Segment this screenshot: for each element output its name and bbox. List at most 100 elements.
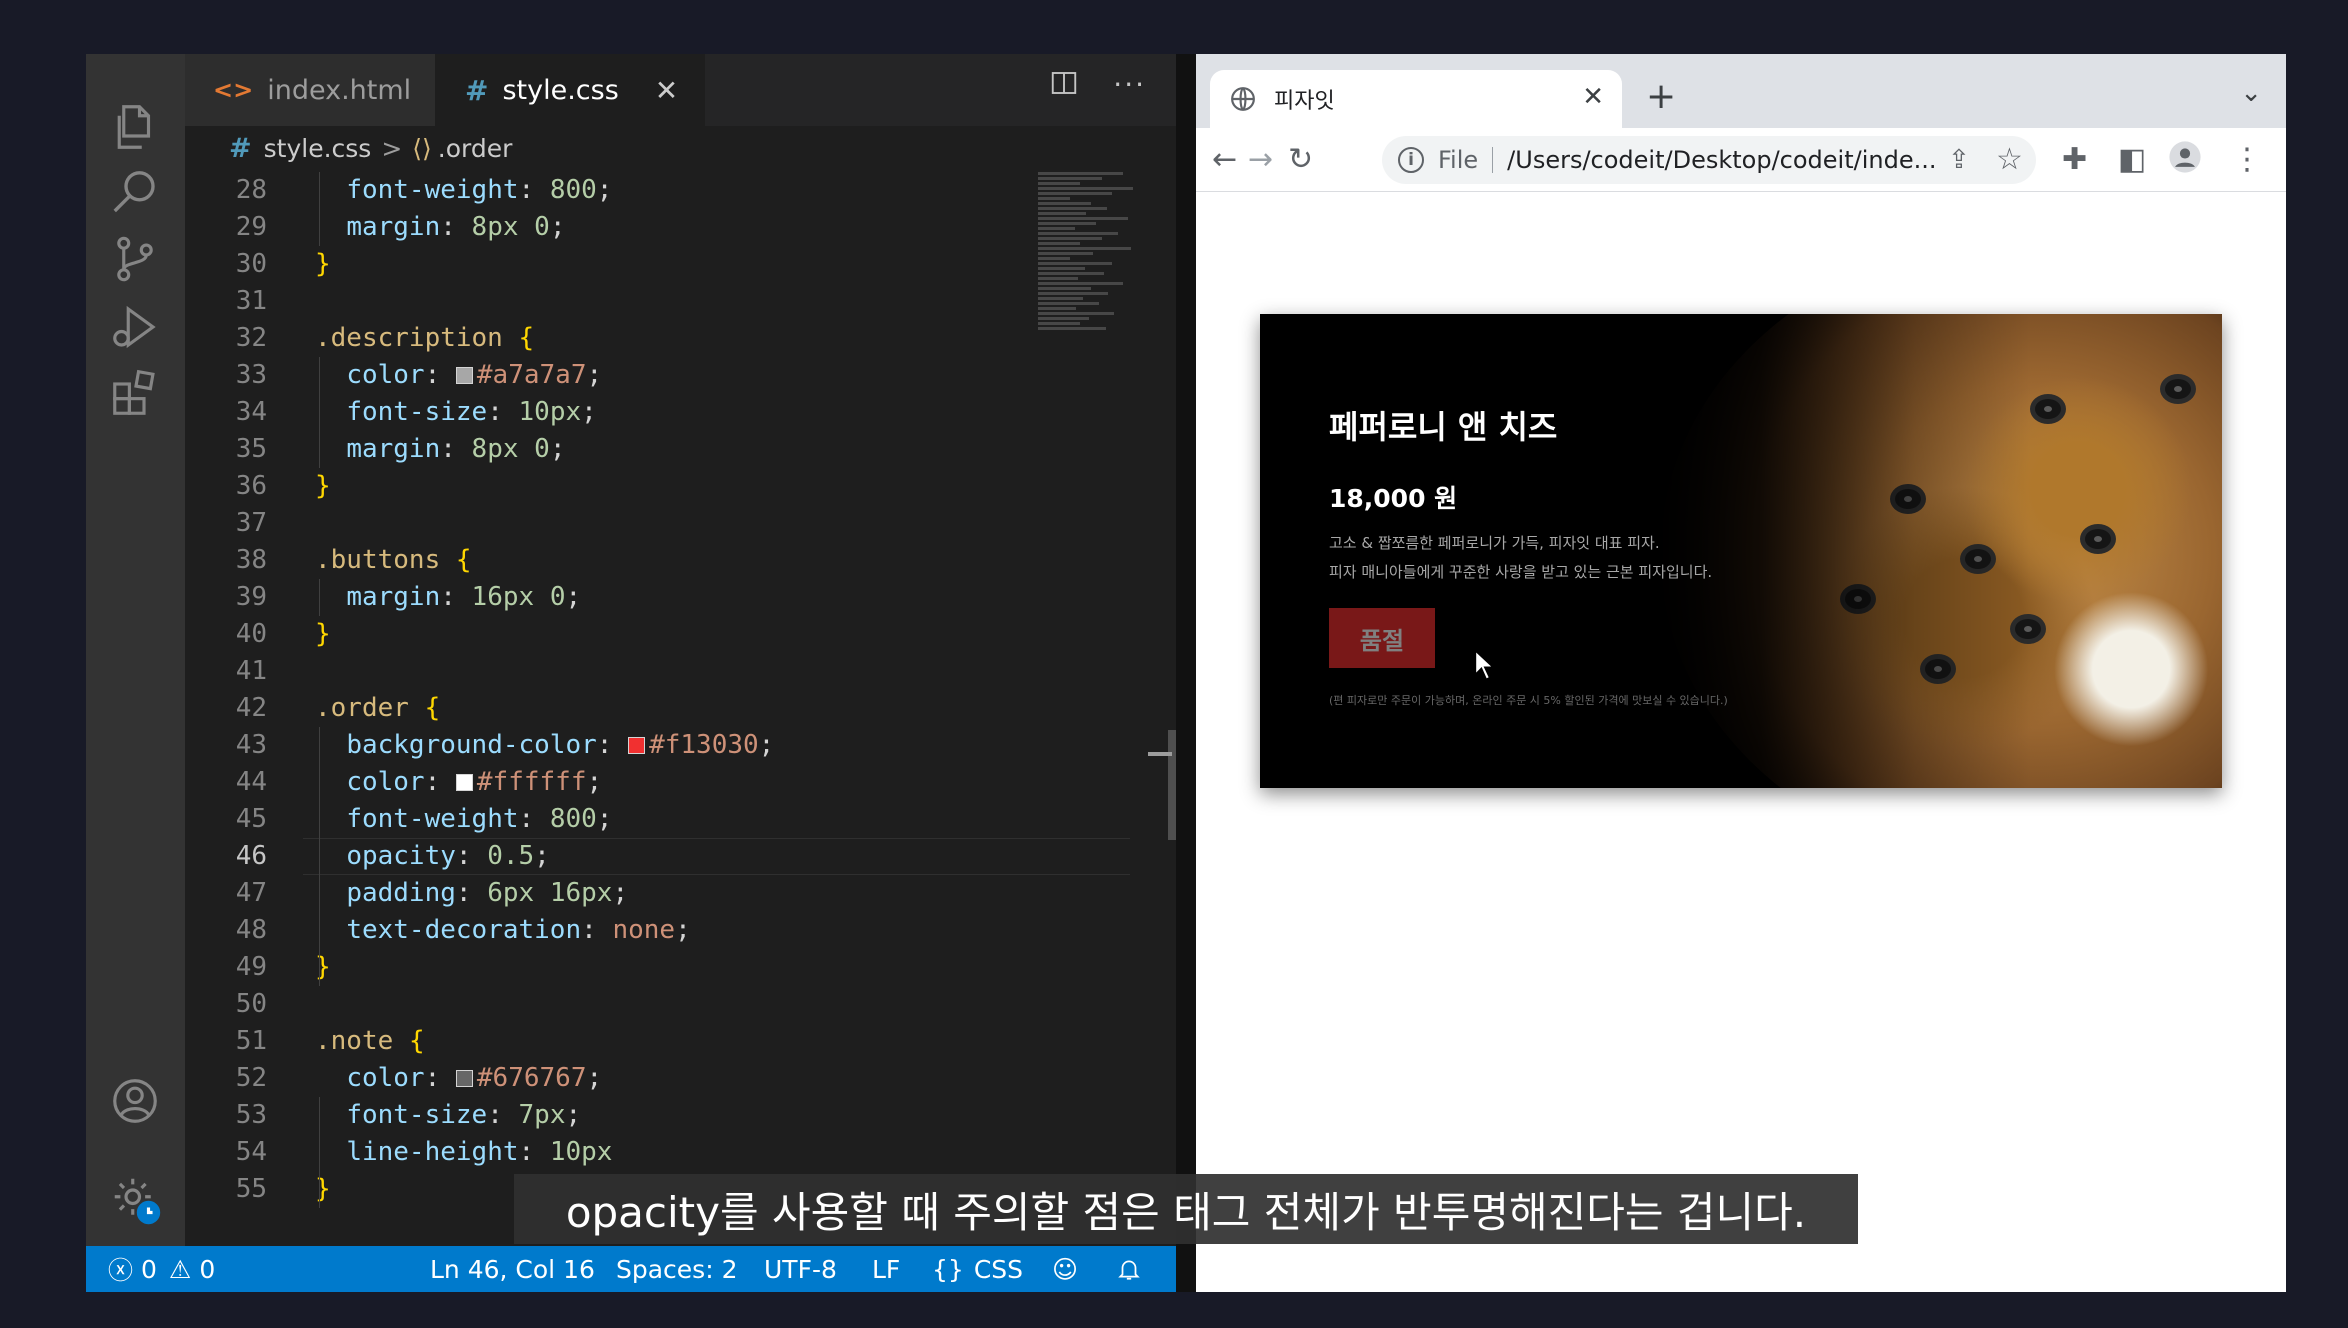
code-line[interactable]: 54 line-height: 10px — [185, 1134, 1130, 1171]
tab-label: style.css — [502, 74, 619, 106]
editor-scrollbar[interactable] — [1146, 170, 1176, 1246]
info-icon[interactable]: i — [1398, 147, 1424, 173]
line-number: 52 — [235, 1063, 267, 1093]
accounts-icon[interactable] — [106, 1072, 164, 1130]
line-number: 55 — [235, 1174, 267, 1204]
forward-arrow-icon[interactable]: → — [1248, 140, 1273, 180]
code-line[interactable]: 33 color: #a7a7a7; — [185, 357, 1130, 394]
tab-label: index.html — [267, 74, 412, 106]
feedback-icon[interactable]: ☺ — [1052, 1246, 1078, 1292]
address-bar[interactable]: i File /Users/codeit/Desktop/codeit/inde… — [1382, 136, 2036, 184]
chevron-down-icon[interactable]: ⌄ — [2240, 78, 2262, 108]
line-number: 45 — [235, 804, 267, 834]
minimap-line — [1038, 257, 1070, 260]
page-viewport: 페퍼로니 앤 치즈 18,000 원 고소 & 짭쪼름한 페퍼로니가 가득, 피… — [1196, 193, 2286, 1292]
split-editor-icon[interactable] — [1049, 68, 1079, 105]
run-debug-icon[interactable] — [106, 298, 164, 356]
browser-tab-title: 피자잇 — [1274, 89, 1335, 114]
product-description-line: 고소 & 짭쪼름한 페퍼로니가 가득, 피자잇 대표 피자. — [1329, 534, 1660, 552]
more-actions-icon[interactable]: ··· — [1113, 68, 1146, 105]
scrollbar-thumb[interactable] — [1168, 730, 1176, 840]
extensions-puzzle-icon[interactable]: ✚ — [2062, 140, 2087, 180]
code-line[interactable]: 29 margin: 8px 0; — [185, 209, 1130, 246]
code-line[interactable]: 30} — [185, 246, 1130, 283]
browser-toolbar: ← → ↻ i File /Users/codeit/Desktop/codei… — [1196, 128, 2286, 192]
code-line[interactable]: 53 font-size: 7px; — [185, 1097, 1130, 1134]
color-swatch[interactable] — [455, 367, 473, 384]
back-arrow-icon[interactable]: ← — [1212, 140, 1237, 180]
minimap-line — [1038, 237, 1102, 240]
code-line[interactable]: 41 — [185, 653, 1130, 690]
color-swatch[interactable] — [455, 1070, 473, 1087]
order-button[interactable]: 품절 — [1329, 608, 1435, 668]
code-text: } — [315, 1174, 331, 1204]
breadcrumb-file[interactable]: style.css — [264, 134, 372, 163]
code-line[interactable]: 52 color: #676767; — [185, 1060, 1130, 1097]
explorer-icon[interactable] — [106, 98, 164, 156]
minimap-line — [1038, 327, 1106, 330]
code-line[interactable]: 50 — [185, 986, 1130, 1023]
scheme-label: File — [1438, 146, 1479, 174]
bookmark-star-icon[interactable]: ☆ — [1996, 140, 2023, 180]
tab-style-css[interactable]: # style.css ✕ — [435, 54, 705, 126]
editor-actions: ··· — [1049, 68, 1146, 105]
code-line[interactable]: 51 .note { — [185, 1023, 1130, 1060]
tab-index-html[interactable]: <> index.html — [185, 54, 435, 126]
line-number: 43 — [235, 730, 267, 760]
close-icon[interactable]: ✕ — [655, 74, 678, 107]
code-line[interactable]: 46 opacity: 0.5; — [185, 838, 1130, 875]
browser-menu-icon[interactable]: ⋮ — [2232, 140, 2262, 180]
line-number: 38 — [235, 545, 267, 575]
cursor-position[interactable]: Ln 46, Col 16 — [430, 1246, 595, 1292]
code-line[interactable]: 48 text-decoration: none; — [185, 912, 1130, 949]
source-control-icon[interactable] — [106, 230, 164, 288]
code-line[interactable]: 47 padding: 6px 16px; — [185, 875, 1130, 912]
browser-tab[interactable]: 피자잇 ✕ — [1210, 70, 1622, 128]
code-editor[interactable]: 28 font-weight: 800; 29 margin: 8px 0; 30}… — [185, 170, 1130, 1246]
minimap[interactable] — [1038, 170, 1144, 420]
code-line[interactable]: 37 — [185, 505, 1130, 542]
code-line[interactable]: 38 .buttons { — [185, 542, 1130, 579]
code-line[interactable]: 45 font-weight: 800; — [185, 801, 1130, 838]
code-line[interactable]: 43 background-color: #f13030; — [185, 727, 1130, 764]
code-line[interactable]: 35 margin: 8px 0; — [185, 431, 1130, 468]
breadcrumb-symbol[interactable]: .order — [438, 134, 513, 163]
code-line[interactable]: 42 .order { — [185, 690, 1130, 727]
code-line[interactable]: 31 — [185, 283, 1130, 320]
color-swatch[interactable] — [455, 774, 473, 791]
extensions-icon[interactable] — [106, 364, 164, 422]
line-number: 42 — [235, 693, 267, 723]
indentation[interactable]: Spaces: 2 — [616, 1246, 737, 1292]
share-icon[interactable]: ⇪ — [1948, 140, 1970, 180]
minimap-line — [1038, 172, 1123, 175]
close-icon[interactable]: ✕ — [1582, 82, 1604, 112]
code-line[interactable]: 49} — [185, 949, 1130, 986]
reload-icon[interactable]: ↻ — [1288, 140, 1313, 180]
end-of-line[interactable]: LF — [872, 1246, 900, 1292]
encoding[interactable]: UTF-8 — [764, 1246, 837, 1292]
code-text: text-decoration: none; — [346, 915, 691, 945]
notifications-bell-icon[interactable] — [1116, 1246, 1142, 1292]
code-line[interactable]: 32 .description { — [185, 320, 1130, 357]
indent-guide — [319, 727, 320, 986]
profile-avatar-icon[interactable] — [2168, 140, 2202, 185]
manage-gear-icon[interactable] — [106, 1170, 164, 1228]
code-line[interactable]: 28 font-weight: 800; — [185, 172, 1130, 209]
new-tab-plus-icon[interactable]: + — [1646, 76, 1676, 117]
symbol-class-icon: ⟨⟩ — [412, 133, 432, 163]
search-icon[interactable] — [106, 164, 164, 222]
language-mode[interactable]: {} CSS — [932, 1246, 1023, 1292]
css-file-icon: # — [229, 132, 252, 164]
code-line[interactable]: 39 margin: 16px 0; — [185, 579, 1130, 616]
code-line[interactable]: 44 color: #ffffff; — [185, 764, 1130, 801]
line-number: 32 — [235, 323, 267, 353]
color-swatch[interactable] — [628, 737, 646, 754]
code-line[interactable]: 34 font-size: 10px; — [185, 394, 1130, 431]
code-line[interactable]: 36} — [185, 468, 1130, 505]
code-line[interactable]: 40} — [185, 616, 1130, 653]
side-panel-icon[interactable]: ◧ — [2118, 140, 2146, 180]
product-note: (편 피자로만 주문이 가능하며, 온라인 주문 시 5% 할인된 가격에 맛보… — [1329, 694, 1728, 707]
indent-guide — [319, 357, 320, 468]
line-number: 53 — [235, 1100, 267, 1130]
problems-indicator[interactable]: ⓧ 0 ⚠ 0 — [108, 1246, 215, 1292]
